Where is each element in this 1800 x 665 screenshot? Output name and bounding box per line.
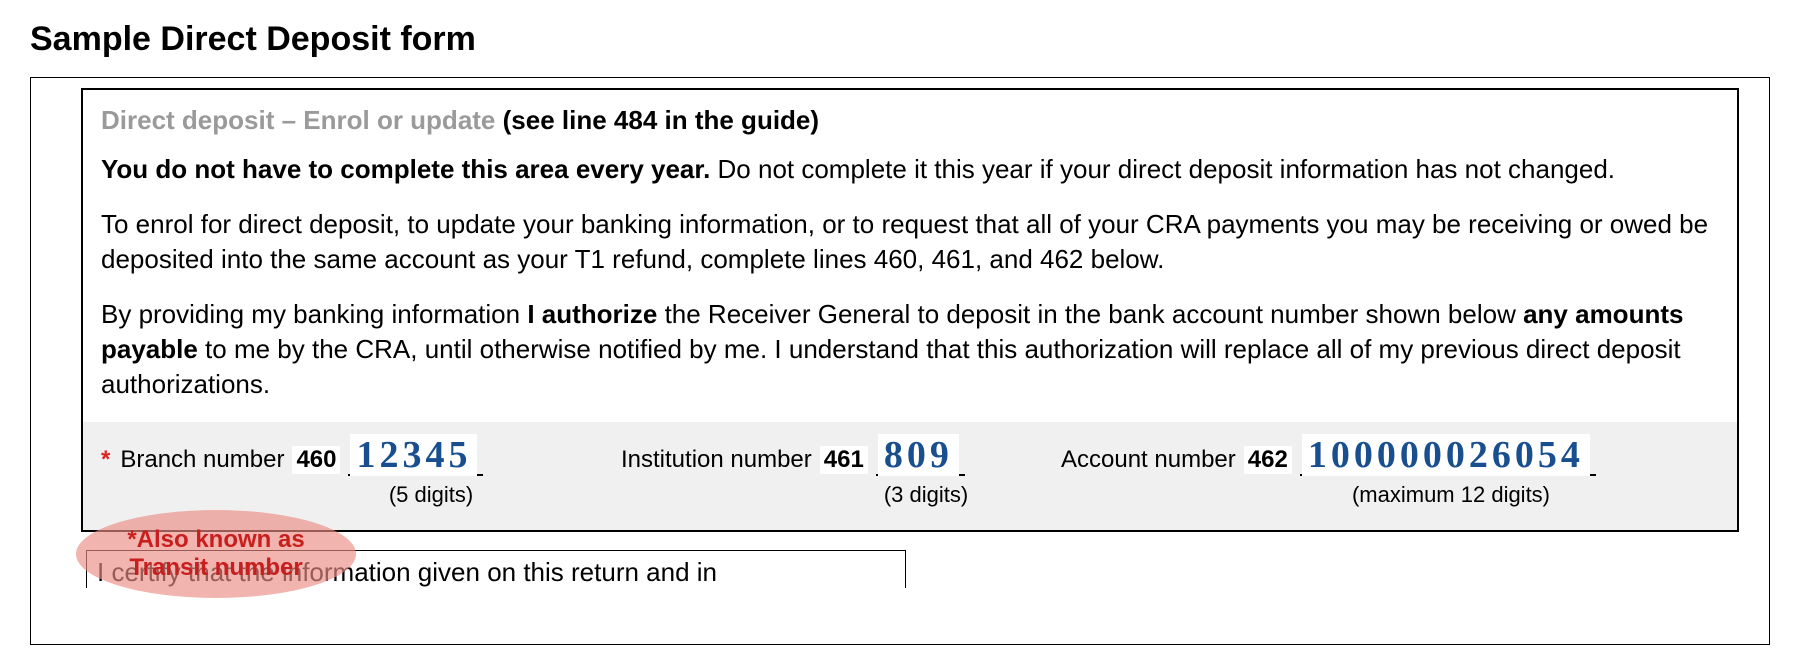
account-label: Account number xyxy=(1061,446,1236,474)
direct-deposit-box: Direct deposit – Enrol or update (see li… xyxy=(81,88,1739,532)
required-star-icon: * xyxy=(101,446,110,474)
branch-label: Branch number xyxy=(120,446,284,474)
institution-hint: (3 digits) xyxy=(851,482,1001,508)
para1-bold: You do not have to complete this area ev… xyxy=(101,154,710,184)
torn-edge-mask xyxy=(461,608,961,645)
account-number-field: Account number 462 100000026054 (maximum… xyxy=(1061,436,1719,508)
account-value: 100000026054 xyxy=(1302,434,1590,476)
institution-label: Institution number xyxy=(621,446,812,474)
branch-hint: (5 digits) xyxy=(331,482,531,508)
para1-rest: Do not complete it this year if your dir… xyxy=(710,154,1615,184)
para3-b: I authorize xyxy=(527,299,657,329)
institution-value: 809 xyxy=(878,434,959,476)
branch-number-field: * Branch number 460 12345 (5 digits) xyxy=(101,436,621,508)
account-hint: (maximum 12 digits) xyxy=(1261,482,1641,508)
paragraph-3: By providing my banking information I au… xyxy=(101,297,1719,402)
paragraph-2: To enrol for direct deposit, to update y… xyxy=(101,207,1719,277)
callout-text: *Also known as Transit number xyxy=(90,526,342,581)
header-grey-text: Direct deposit – Enrol or update xyxy=(101,105,495,135)
account-line-code: 462 xyxy=(1244,446,1292,474)
branch-line-code: 460 xyxy=(292,446,340,474)
page-title: Sample Direct Deposit form xyxy=(30,20,1770,59)
header-black-text: (see line 484 in the guide) xyxy=(495,105,819,135)
fields-row: * Branch number 460 12345 (5 digits) Ins… xyxy=(83,422,1737,530)
section-header: Direct deposit – Enrol or update (see li… xyxy=(101,104,1719,138)
institution-number-field: Institution number 461 809 (3 digits) xyxy=(621,436,1061,508)
institution-line-code: 461 xyxy=(820,446,868,474)
form-outer-frame: Direct deposit – Enrol or update (see li… xyxy=(30,77,1770,645)
branch-value: 12345 xyxy=(350,434,477,476)
transit-number-callout: *Also known as Transit number xyxy=(76,510,356,598)
paragraph-1: You do not have to complete this area ev… xyxy=(101,152,1719,187)
para3-e: to me by the CRA, until otherwise notifi… xyxy=(101,334,1681,399)
para3-a: By providing my banking information xyxy=(101,299,527,329)
para3-c: the Receiver General to deposit in the b… xyxy=(657,299,1523,329)
